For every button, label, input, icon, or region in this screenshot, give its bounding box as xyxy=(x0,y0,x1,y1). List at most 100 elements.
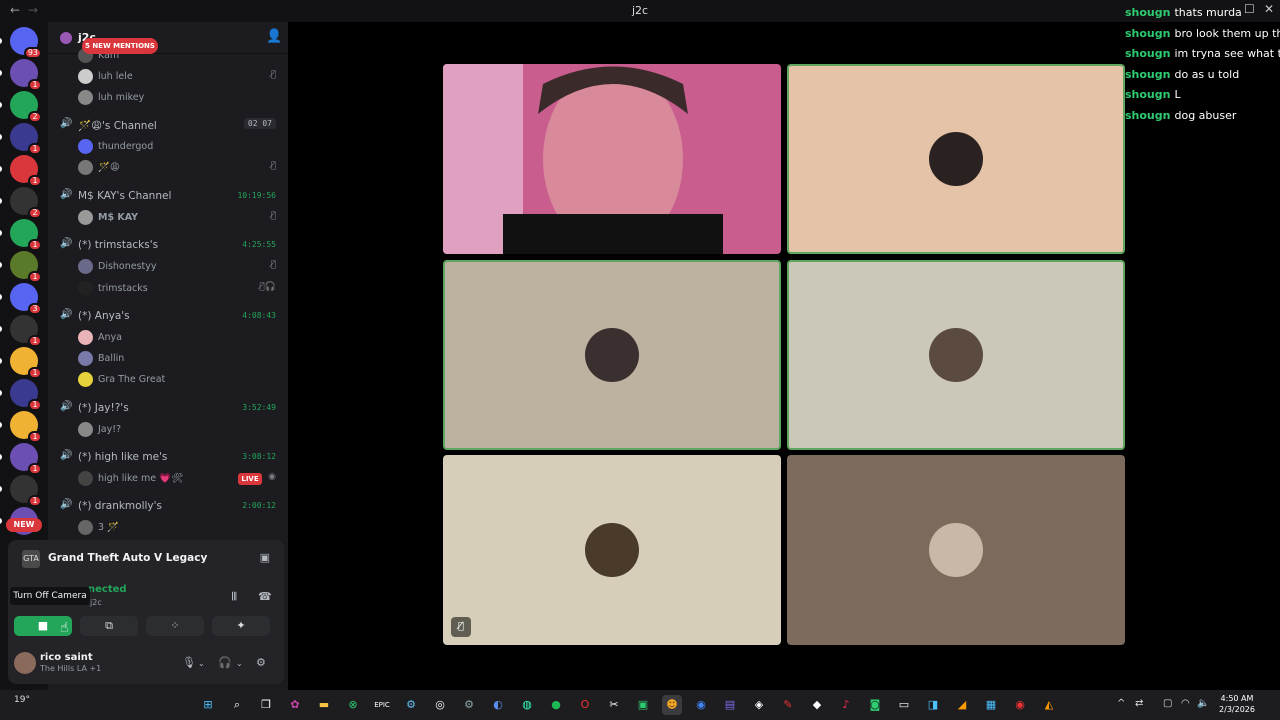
voice-user[interactable]: high like me 💗🛠 LIVE ◉ xyxy=(48,469,288,489)
voice-user[interactable]: Ballin xyxy=(48,349,288,369)
voice-channel[interactable]: 🔊 (*) high like me's 3:08:12 xyxy=(48,447,288,467)
opera-icon[interactable]: O xyxy=(575,695,595,715)
voice-user[interactable]: thundergod xyxy=(48,137,288,157)
voice-channel[interactable]: 🔊 M$ KAY's Channel 10:19:56 xyxy=(48,186,288,206)
video-tile[interactable] xyxy=(787,260,1125,450)
voice-user[interactable]: Jay!? xyxy=(48,420,288,440)
server-icon[interactable]: 1 xyxy=(0,379,42,411)
voice-channel[interactable]: 🔊 🪄😩's Channel 02 07 xyxy=(48,115,288,135)
app-icon[interactable]: ▦ xyxy=(981,695,1001,715)
user-avatar[interactable] xyxy=(14,652,36,674)
activity-options-icon[interactable]: ▣ xyxy=(260,551,270,564)
speaker-icon: 🔊 xyxy=(60,238,73,249)
muted-icon: 🎙̸ xyxy=(270,70,276,80)
volume-icon[interactable]: 🔈 xyxy=(1197,698,1209,709)
settings-icon[interactable]: ⚙ xyxy=(459,695,479,715)
file-explorer-icon[interactable]: ▬ xyxy=(314,695,334,715)
voice-channel[interactable]: 🔊 (*) Anya's 4:08:43 xyxy=(48,306,288,326)
server-icon[interactable]: 93 xyxy=(0,27,42,59)
voice-channel[interactable]: 🔊 (*) drankmolly's 2:00:12 xyxy=(48,496,288,516)
chevron-up-icon[interactable]: ^ xyxy=(1117,698,1125,709)
headphones-icon[interactable]: 🎧 xyxy=(218,656,232,669)
server-icon[interactable]: 1 xyxy=(0,475,42,507)
voice-user[interactable]: 3 🪄 xyxy=(48,518,288,537)
server-icon[interactable]: 1 xyxy=(0,59,42,91)
tray-icon[interactable]: ⇄ xyxy=(1135,698,1143,709)
app-icon[interactable]: ◐ xyxy=(488,695,508,715)
server-icon[interactable]: 1 xyxy=(0,347,42,379)
chevron-down-icon[interactable]: ⌄ xyxy=(236,659,243,668)
video-tile[interactable]: 🎙̸ xyxy=(443,455,781,645)
video-tile[interactable] xyxy=(787,455,1125,645)
tray-icon[interactable]: ▢ xyxy=(1163,698,1172,709)
clock[interactable]: 4:50 AM 2/3/2026 xyxy=(1213,693,1261,715)
soundboard-button[interactable]: ✦ xyxy=(212,616,270,636)
video-tile[interactable] xyxy=(787,64,1125,254)
server-icon[interactable]: 1 xyxy=(0,123,42,155)
forward-arrow-icon[interactable]: → xyxy=(28,3,38,17)
app-icon[interactable]: ◨ xyxy=(923,695,943,715)
server-icon[interactable]: 1 xyxy=(0,443,42,475)
video-tile[interactable] xyxy=(443,260,781,450)
start-icon[interactable]: ⊞ xyxy=(198,695,218,715)
voice-user[interactable]: M$ KAY 🎙̸ xyxy=(48,208,288,228)
app-icon[interactable]: ◈ xyxy=(749,695,769,715)
server-icon[interactable]: 1 xyxy=(0,251,42,283)
settings-gear-icon[interactable]: ⚙ xyxy=(256,656,266,669)
voice-user[interactable]: Anya xyxy=(48,328,288,348)
search-icon[interactable]: ⌕ xyxy=(227,695,247,715)
epic-games-icon[interactable]: EPIC xyxy=(372,695,392,715)
wifi-icon[interactable]: ◠ xyxy=(1181,698,1190,709)
back-arrow-icon[interactable]: ← xyxy=(10,3,20,17)
app-icon[interactable]: ▣ xyxy=(633,695,653,715)
voice-user[interactable]: 🪄😩 🎙̸ xyxy=(48,158,288,178)
steam-icon[interactable]: ⚙ xyxy=(401,695,421,715)
server-icon[interactable]: 1 xyxy=(0,411,42,443)
activity-name: Grand Theft Auto V Legacy xyxy=(48,552,208,564)
voice-user[interactable]: trimstacks 🎙̸🎧 xyxy=(48,279,288,299)
microphone-icon[interactable]: 🎙 xyxy=(182,656,196,669)
xbox-icon[interactable]: ⊗ xyxy=(343,695,363,715)
disconnect-icon[interactable]: ☎ xyxy=(258,590,272,603)
new-servers-pill[interactable]: NEW xyxy=(6,518,42,532)
voice-channel[interactable]: 🔊 (*) trimstacks's 4:25:55 xyxy=(48,235,288,255)
app-icon[interactable]: ▭ xyxy=(894,695,914,715)
copilot-icon[interactable]: ✿ xyxy=(285,695,305,715)
voice-user[interactable]: Dishonestyy 🎙̸ xyxy=(48,257,288,277)
user-name: Anya xyxy=(98,332,122,343)
app-icon[interactable]: ◢ xyxy=(952,695,972,715)
server-icon[interactable]: 1 xyxy=(0,155,42,187)
server-icon[interactable]: 2 xyxy=(0,91,42,123)
server-icon[interactable]: 1 xyxy=(0,315,42,347)
app-icon[interactable]: ◎ xyxy=(430,695,450,715)
activities-button[interactable]: ⁘ xyxy=(146,616,204,636)
app-icon[interactable]: ✎ xyxy=(778,695,798,715)
noise-suppression-icon[interactable]: 𝄃𝄃 xyxy=(232,590,237,604)
app-icon[interactable]: ▤ xyxy=(720,695,740,715)
task-view-icon[interactable]: ❐ xyxy=(256,695,276,715)
chat-username: shougn xyxy=(1125,88,1171,102)
new-mentions-pill[interactable]: 5 NEW MENTIONS xyxy=(82,38,158,54)
discord-taskbar-icon[interactable]: ☻ xyxy=(662,695,682,715)
tiktok-icon[interactable]: ♪ xyxy=(836,695,856,715)
weather-widget[interactable]: 19° xyxy=(14,695,30,705)
app-icon[interactable]: ◭ xyxy=(1039,695,1059,715)
voice-user[interactable]: luh mikey xyxy=(48,88,288,108)
server-icon[interactable]: 2 xyxy=(0,187,42,219)
app-icon[interactable]: ◆ xyxy=(807,695,827,715)
voice-user[interactable]: Gra The Great xyxy=(48,370,288,390)
chevron-down-icon[interactable]: ⌄ xyxy=(198,659,205,668)
spotify-icon[interactable]: ● xyxy=(546,695,566,715)
server-icon[interactable]: 3 xyxy=(0,283,42,315)
share-screen-button[interactable]: ⧉ xyxy=(80,616,138,636)
edge-icon[interactable]: ◍ xyxy=(517,695,537,715)
chrome-icon[interactable]: ◉ xyxy=(691,695,711,715)
voice-user[interactable]: luh lele 🎙̸ xyxy=(48,67,288,87)
app-icon[interactable]: ◉ xyxy=(1010,695,1030,715)
voice-channel[interactable]: 🔊 (*) Jay!?'s 3:52:49 xyxy=(48,398,288,418)
server-icon[interactable]: 1 xyxy=(0,219,42,251)
app-icon[interactable]: ◙ xyxy=(865,695,885,715)
mention-badge: 1 xyxy=(28,367,42,379)
capcut-icon[interactable]: ✂ xyxy=(604,695,624,715)
video-tile[interactable] xyxy=(443,64,781,254)
